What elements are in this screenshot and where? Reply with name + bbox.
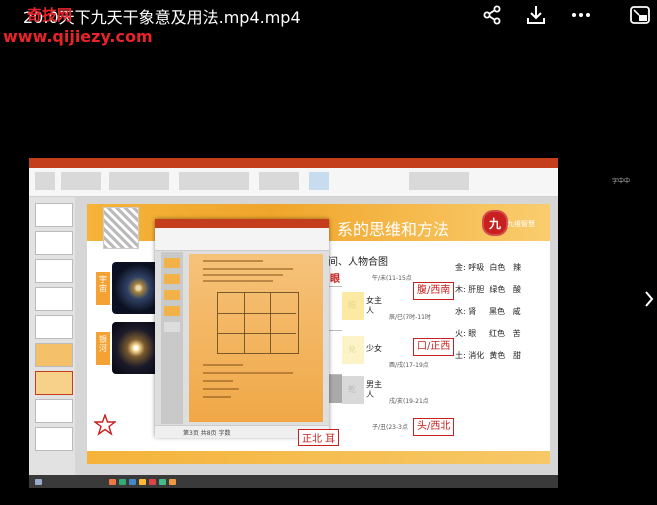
element-row: 木: 肝胆 绿色 酸 xyxy=(455,285,521,294)
element-row: 水: 肾 黑色 咸 xyxy=(455,307,521,316)
document-thumbnails xyxy=(161,252,183,424)
more-icon[interactable] xyxy=(570,4,592,26)
row-text: 男主人 xyxy=(366,380,382,399)
element-row: 土: 消化 黄色 甜 xyxy=(455,351,521,360)
side-note: 字中中 xyxy=(612,178,631,185)
watermark-name: 奇技网 xyxy=(27,6,73,24)
ppt-ribbon xyxy=(29,168,558,197)
share-icon[interactable] xyxy=(481,4,503,26)
row-time: 酉/戌(17-19点 xyxy=(389,362,429,369)
slide-title: 系的思维和方法 xyxy=(337,220,450,239)
arrow-universe: 宇宙 xyxy=(96,272,110,305)
ear-label: 正北 耳 xyxy=(298,429,340,446)
section-heading: 间、人物合图 xyxy=(328,257,388,268)
eye-label: 眼 xyxy=(330,274,340,285)
download-icon[interactable] xyxy=(525,4,547,26)
element-row: 金: 呼吸 白色 辣 xyxy=(455,263,521,272)
slide-footer xyxy=(87,451,550,464)
bottom-time: 子/丑(23-3点 xyxy=(372,424,408,431)
slide-thumbnails xyxy=(29,197,75,475)
row-time: 戌/亥(19-21点 xyxy=(389,398,429,405)
chevron-right-icon[interactable] xyxy=(644,290,654,308)
galaxy-image xyxy=(112,262,160,314)
row-symbol: 阳 xyxy=(342,292,364,320)
top-time: 午/未(11-15点 xyxy=(372,275,412,282)
arrow-galaxy: 银河 xyxy=(96,332,110,365)
document-titlebar xyxy=(155,219,329,228)
direction-box: 腹/西南 xyxy=(413,282,455,300)
picture-in-picture-icon[interactable] xyxy=(629,4,651,26)
direction-box: 头/西北 xyxy=(413,418,455,436)
nine-palace-grid xyxy=(217,292,299,354)
document-window[interactable]: 第3页 共8页 字数 xyxy=(155,219,329,438)
row-text: 女主人 xyxy=(366,296,382,315)
document-page xyxy=(189,254,323,422)
brand-logo: 九 xyxy=(482,210,508,236)
element-row: 火: 眼 红色 苦 xyxy=(455,329,521,338)
row-text: 少女 xyxy=(366,344,382,353)
star-icon xyxy=(94,414,116,436)
document-ribbon xyxy=(155,228,329,251)
qr-code xyxy=(103,207,139,249)
row-symbol: 乾 xyxy=(342,376,364,404)
galaxy-image xyxy=(112,322,160,374)
row-symbol: 兑 xyxy=(342,336,364,364)
taskbar xyxy=(29,475,558,488)
direction-box: 口/正西 xyxy=(413,338,455,356)
ppt-titlebar xyxy=(29,158,558,168)
brand-name: 九维智慧 xyxy=(507,220,535,228)
row-time: 辰/巳(7时-11时 xyxy=(389,314,431,321)
watermark-url: www.qijiezy.com xyxy=(3,27,153,46)
